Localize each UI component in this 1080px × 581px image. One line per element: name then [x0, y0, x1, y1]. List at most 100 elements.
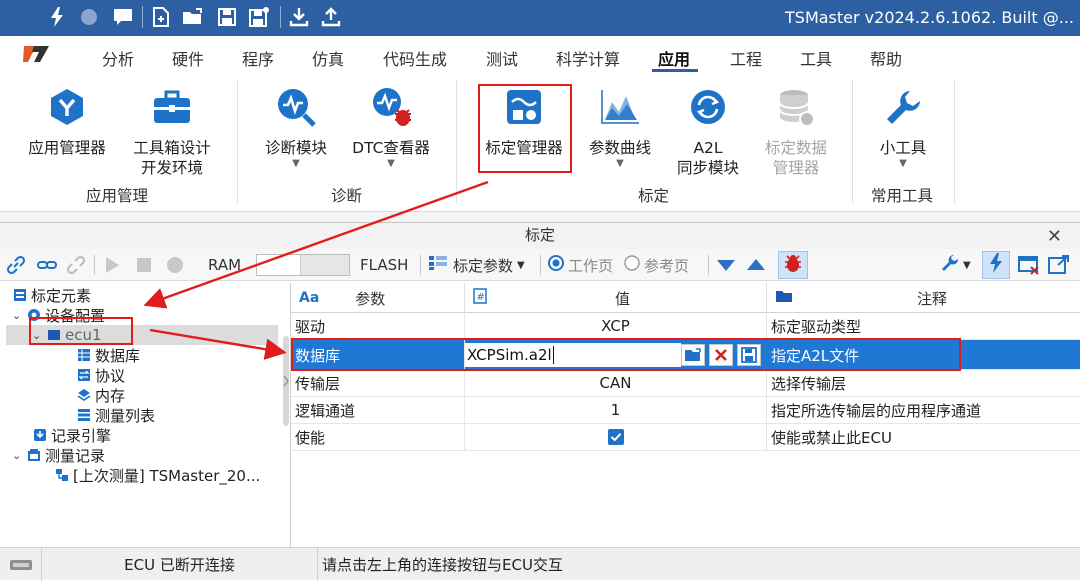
window-gap [0, 212, 1080, 222]
diagnostic-module-label: 诊断模块 [264, 139, 327, 157]
annotation-box-ecu1 [29, 317, 133, 345]
menu-sci-compute[interactable]: 科学计算 [556, 46, 620, 70]
arrow-up-icon[interactable] [746, 253, 766, 277]
menu-program[interactable]: 程序 [242, 46, 274, 70]
calibration-data-label-1: 标定数据 [764, 139, 827, 157]
calibration-window: 标定 ✕ RAM FLASH 标定参数 ▼ 工作页 参考页 ▼ 标定元素 ⌄ 设… [0, 222, 1080, 581]
grid-row-logic-channel[interactable]: 逻辑通道 1 指定所选传输层的应用程序通道 [291, 397, 1080, 424]
row-param: 逻辑通道 [295, 397, 465, 423]
download-icon[interactable] [286, 5, 312, 29]
play-icon[interactable] [104, 253, 120, 277]
dtc-viewer-icon [368, 84, 414, 130]
status-circle-icon[interactable] [76, 5, 102, 29]
ram-flash-toggle[interactable] [256, 254, 350, 276]
chevron-down-icon: ▼ [387, 158, 395, 169]
tree-node-protocol[interactable]: 协议 [76, 365, 125, 385]
ribbon-group-diagnostics: 诊断 [331, 187, 363, 205]
chevron-down-icon: ▼ [517, 259, 525, 271]
tree-node-last-measurement[interactable]: [上次测量] TSMaster_20... [54, 465, 260, 485]
record-engine-icon [32, 428, 47, 442]
row-value[interactable]: 1 [465, 397, 767, 423]
record-circle-icon[interactable] [166, 253, 184, 277]
upload-icon[interactable] [318, 5, 344, 29]
dtc-viewer-button[interactable]: DTC查看器 ▼ [346, 84, 436, 170]
message-icon[interactable] [110, 5, 136, 29]
new-file-icon[interactable] [148, 5, 174, 29]
menu-simulation[interactable]: 仿真 [312, 46, 344, 70]
parameter-curve-button[interactable]: 参数曲线 ▼ [584, 84, 656, 170]
close-icon[interactable]: ✕ [1047, 226, 1062, 247]
grid-row-enable[interactable]: 使能 使能或禁止此ECU [291, 424, 1080, 451]
chevron-down-icon: ▼ [616, 158, 624, 169]
save-icon[interactable] [214, 5, 240, 29]
small-tools-label: 小工具 [879, 139, 927, 157]
row-value[interactable]: XCP [465, 313, 767, 339]
lightning-icon[interactable] [44, 5, 70, 29]
calibration-data-manager-button[interactable]: 标定数据 管理器 [758, 84, 834, 178]
a2l-sync-icon [685, 84, 731, 130]
menu-hardware[interactable]: 硬件 [172, 46, 204, 70]
row-value[interactable]: CAN [465, 370, 767, 396]
a2l-sync-button[interactable]: A2L 同步模块 [670, 84, 746, 178]
annotation-box-calibration-manager [478, 84, 572, 173]
menu-analysis[interactable]: 分析 [102, 46, 134, 70]
wrench-icon [880, 84, 926, 130]
chevron-down-icon: ▼ [899, 158, 907, 169]
open-folder-icon[interactable] [180, 5, 206, 29]
toolbox-ide-label-2: 开发环境 [140, 159, 203, 177]
hash-icon: # [473, 288, 487, 308]
grid-row-transport[interactable]: 传输层 CAN 选择传输层 [291, 370, 1080, 397]
checkbox-checked-icon [607, 429, 624, 445]
connect-link-icon[interactable] [6, 253, 26, 277]
auto-connect-button[interactable] [982, 251, 1010, 279]
note-column-header[interactable]: 注释 [767, 283, 1080, 313]
value-column-header[interactable]: # 值 [465, 283, 767, 313]
menu-test[interactable]: 测试 [486, 46, 518, 70]
grid-row-driver[interactable]: 驱动 XCP 标定驱动类型 [291, 313, 1080, 340]
calibration-params-label: 标定参数 [453, 256, 514, 275]
export-window-icon[interactable] [1048, 253, 1070, 277]
chain-link-icon[interactable] [36, 253, 58, 277]
calibration-window-title: 标定 [0, 223, 1080, 249]
chevron-down-icon: ⌄ [12, 308, 22, 322]
toolbox-ide-button[interactable]: 工具箱设计 开发环境 [124, 84, 220, 178]
calibration-params-dropdown[interactable]: 标定参数 ▼ [428, 253, 525, 277]
tree-label: 测量记录 [45, 446, 106, 465]
save-as-icon[interactable] [246, 5, 272, 29]
diagnostic-module-button[interactable]: 诊断模块 ▼ [258, 84, 334, 170]
menu-project[interactable]: 工程 [730, 46, 762, 70]
menu-help[interactable]: 帮助 [870, 46, 902, 70]
disconnect-link-icon[interactable] [66, 253, 86, 277]
reference-page-radio[interactable]: 参考页 [624, 253, 689, 277]
stop-icon[interactable] [136, 253, 152, 277]
debug-bug-button[interactable] [778, 251, 808, 279]
tree-node-calibration-elements[interactable]: 标定元素 [12, 285, 91, 305]
work-page-radio[interactable]: 工作页 [548, 253, 613, 277]
tree-label: 测量列表 [95, 406, 156, 425]
tree-node-measurement-list[interactable]: 测量列表 [76, 405, 155, 425]
menu-application[interactable]: 应用 [658, 46, 690, 70]
menu-codegen[interactable]: 代码生成 [383, 46, 447, 70]
value-header-label: 值 [615, 289, 631, 308]
arrow-down-icon[interactable] [716, 253, 736, 277]
small-tools-button[interactable]: 小工具 ▼ [868, 84, 938, 170]
tree-node-measurement-record[interactable]: ⌄ 测量记录 [12, 445, 105, 465]
settings-wrench-dropdown[interactable]: ▼ [940, 253, 971, 277]
tree-node-record-engine[interactable]: 记录引擎 [32, 425, 111, 445]
app-manager-button[interactable]: 应用管理器 [24, 84, 110, 158]
memory-icon [76, 388, 91, 402]
tree-node-memory[interactable]: 内存 [76, 385, 125, 405]
row-param: 使能 [295, 424, 465, 450]
tree-node-database[interactable]: 数据库 [76, 345, 140, 365]
calibration-data-icon [773, 84, 819, 130]
menu-tools[interactable]: 工具 [800, 46, 832, 70]
param-column-header[interactable]: Aa 参数 [291, 283, 465, 313]
window-remove-icon[interactable] [1018, 253, 1040, 277]
radio-unchecked-icon [624, 255, 640, 275]
wrench-icon [940, 253, 960, 277]
calibration-toolbar: RAM FLASH 标定参数 ▼ 工作页 参考页 ▼ [0, 249, 1080, 281]
app-manager-icon [44, 84, 90, 130]
ribbon-group-calibration: 标定 [638, 187, 670, 205]
enable-checkbox[interactable] [465, 424, 767, 450]
folder-icon [775, 289, 793, 307]
